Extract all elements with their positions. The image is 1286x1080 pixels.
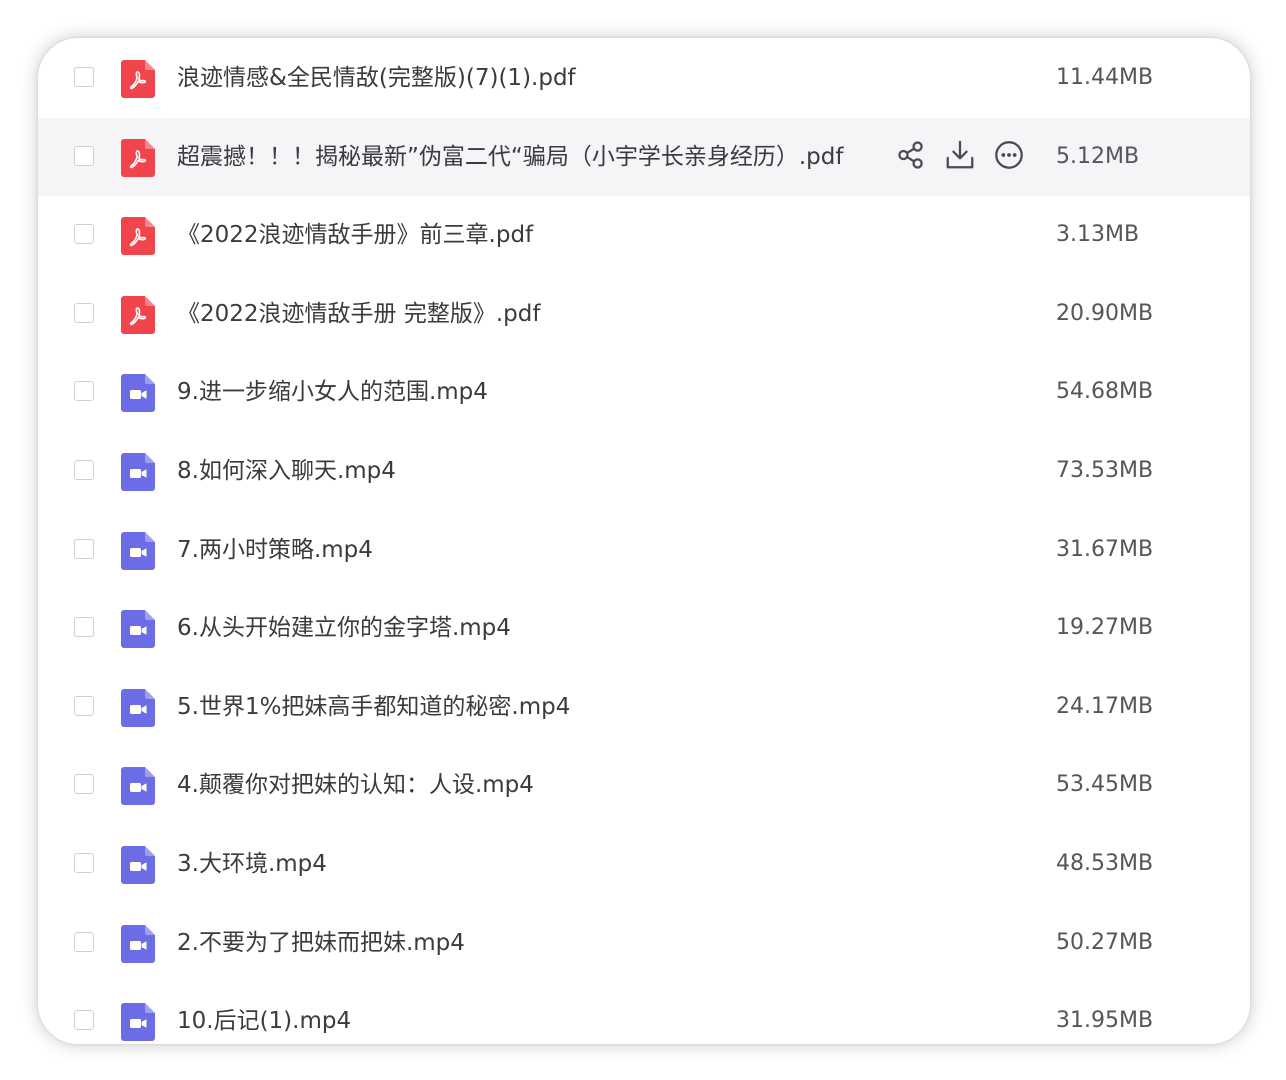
row-checkbox[interactable] [74,224,94,245]
video-file-icon [121,610,155,649]
file-name[interactable]: 7.两小时策略.mp4 [177,511,373,589]
file-row[interactable]: 《2022浪迹情敌手册》前三章.pdf 3.13MB [38,196,1250,274]
file-row[interactable]: 4.颠覆你对把妹的认知：人设.mp4 53.45MB [38,746,1250,824]
pdf-file-icon [121,295,155,334]
file-name[interactable]: 2.不要为了把妹而把妹.mp4 [177,904,465,982]
row-checkbox[interactable] [74,538,94,559]
download-icon [944,139,976,175]
pdf-file-icon [121,217,155,256]
row-checkbox[interactable] [74,617,94,638]
file-row[interactable]: 6.从头开始建立你的金字塔.mp4 19.27MB [38,589,1250,667]
row-checkbox[interactable] [74,931,94,952]
file-size: 53.45MB [1056,772,1154,798]
video-file-icon [121,688,155,727]
file-name[interactable]: 6.从头开始建立你的金字塔.mp4 [177,589,511,667]
row-actions [894,140,1026,174]
file-list-panel: 浪迹情感&全民情敌(完整版)(7)(1).pdf 11.44MB 超震撼！！！揭秘最… [38,38,1250,1044]
file-size: 50.27MB [1056,929,1154,955]
row-checkbox[interactable] [74,381,94,402]
pdf-file-icon [121,138,155,177]
pdf-file-icon [121,60,155,98]
file-size: 20.90MB [1056,300,1154,326]
video-file-icon [121,846,155,884]
file-name[interactable]: 3.大环境.mp4 [177,825,327,903]
file-row[interactable]: 超震撼！！！揭秘最新”伪富二代“骗局（小宇学长亲身经历）.pdf 5.12MB [38,117,1250,196]
download-button[interactable] [943,140,977,174]
file-size: 31.67MB [1056,536,1154,562]
row-checkbox[interactable] [74,853,94,873]
share-icon [895,139,927,175]
share-button[interactable] [894,140,928,174]
file-size: 11.44MB [1056,65,1154,90]
file-name[interactable]: 8.如何深入聊天.mp4 [177,432,396,510]
row-checkbox[interactable] [74,145,94,166]
file-row[interactable]: 《2022浪迹情敌手册 完整版》.pdf 20.90MB [38,275,1250,353]
video-file-icon [121,924,155,963]
file-size: 54.68MB [1056,379,1154,405]
more-button[interactable] [992,140,1026,174]
video-file-icon [121,1003,155,1042]
row-checkbox[interactable] [74,460,94,480]
file-row[interactable]: 5.世界1%把妹高手都知道的秘密.mp4 24.17MB [38,668,1250,746]
file-row[interactable]: 浪迹情感&全民情敌(完整版)(7)(1).pdf 11.44MB [38,39,1250,117]
file-size: 31.95MB [1056,1008,1154,1034]
video-file-icon [121,374,155,413]
file-row[interactable]: 10.后记(1).mp4 31.95MB [38,982,1250,1044]
row-checkbox[interactable] [74,302,94,323]
file-size: 3.13MB [1056,222,1140,248]
more-icon [993,139,1025,175]
file-name[interactable]: 10.后记(1).mp4 [177,982,351,1044]
row-checkbox[interactable] [74,67,94,87]
video-file-icon [121,767,155,806]
video-file-icon [121,531,155,570]
file-row[interactable]: 7.两小时策略.mp4 31.67MB [38,511,1250,589]
file-name[interactable]: 超震撼！！！揭秘最新”伪富二代“骗局（小宇学长亲身经历）.pdf [177,118,843,196]
row-checkbox[interactable] [74,1010,94,1031]
file-name[interactable]: 9.进一步缩小女人的范围.mp4 [177,353,488,431]
file-name[interactable]: 浪迹情感&全民情敌(完整版)(7)(1).pdf [177,39,576,117]
file-row[interactable]: 8.如何深入聊天.mp4 73.53MB [38,432,1250,510]
row-checkbox[interactable] [74,695,94,716]
file-size: 19.27MB [1056,615,1154,641]
file-row[interactable]: 3.大环境.mp4 48.53MB [38,825,1250,903]
file-size: 73.53MB [1056,458,1154,483]
file-name[interactable]: 5.世界1%把妹高手都知道的秘密.mp4 [177,668,570,746]
file-size: 24.17MB [1056,693,1154,719]
file-row[interactable]: 2.不要为了把妹而把妹.mp4 50.27MB [38,904,1250,982]
file-row[interactable]: 9.进一步缩小女人的范围.mp4 54.68MB [38,353,1250,431]
file-name[interactable]: 4.颠覆你对把妹的认知：人设.mp4 [177,746,534,824]
video-file-icon [121,453,155,491]
row-checkbox[interactable] [74,774,94,795]
file-size: 5.12MB [1056,143,1140,169]
file-name[interactable]: 《2022浪迹情敌手册 完整版》.pdf [177,275,540,353]
file-name[interactable]: 《2022浪迹情敌手册》前三章.pdf [177,196,533,274]
file-size: 48.53MB [1056,851,1154,876]
